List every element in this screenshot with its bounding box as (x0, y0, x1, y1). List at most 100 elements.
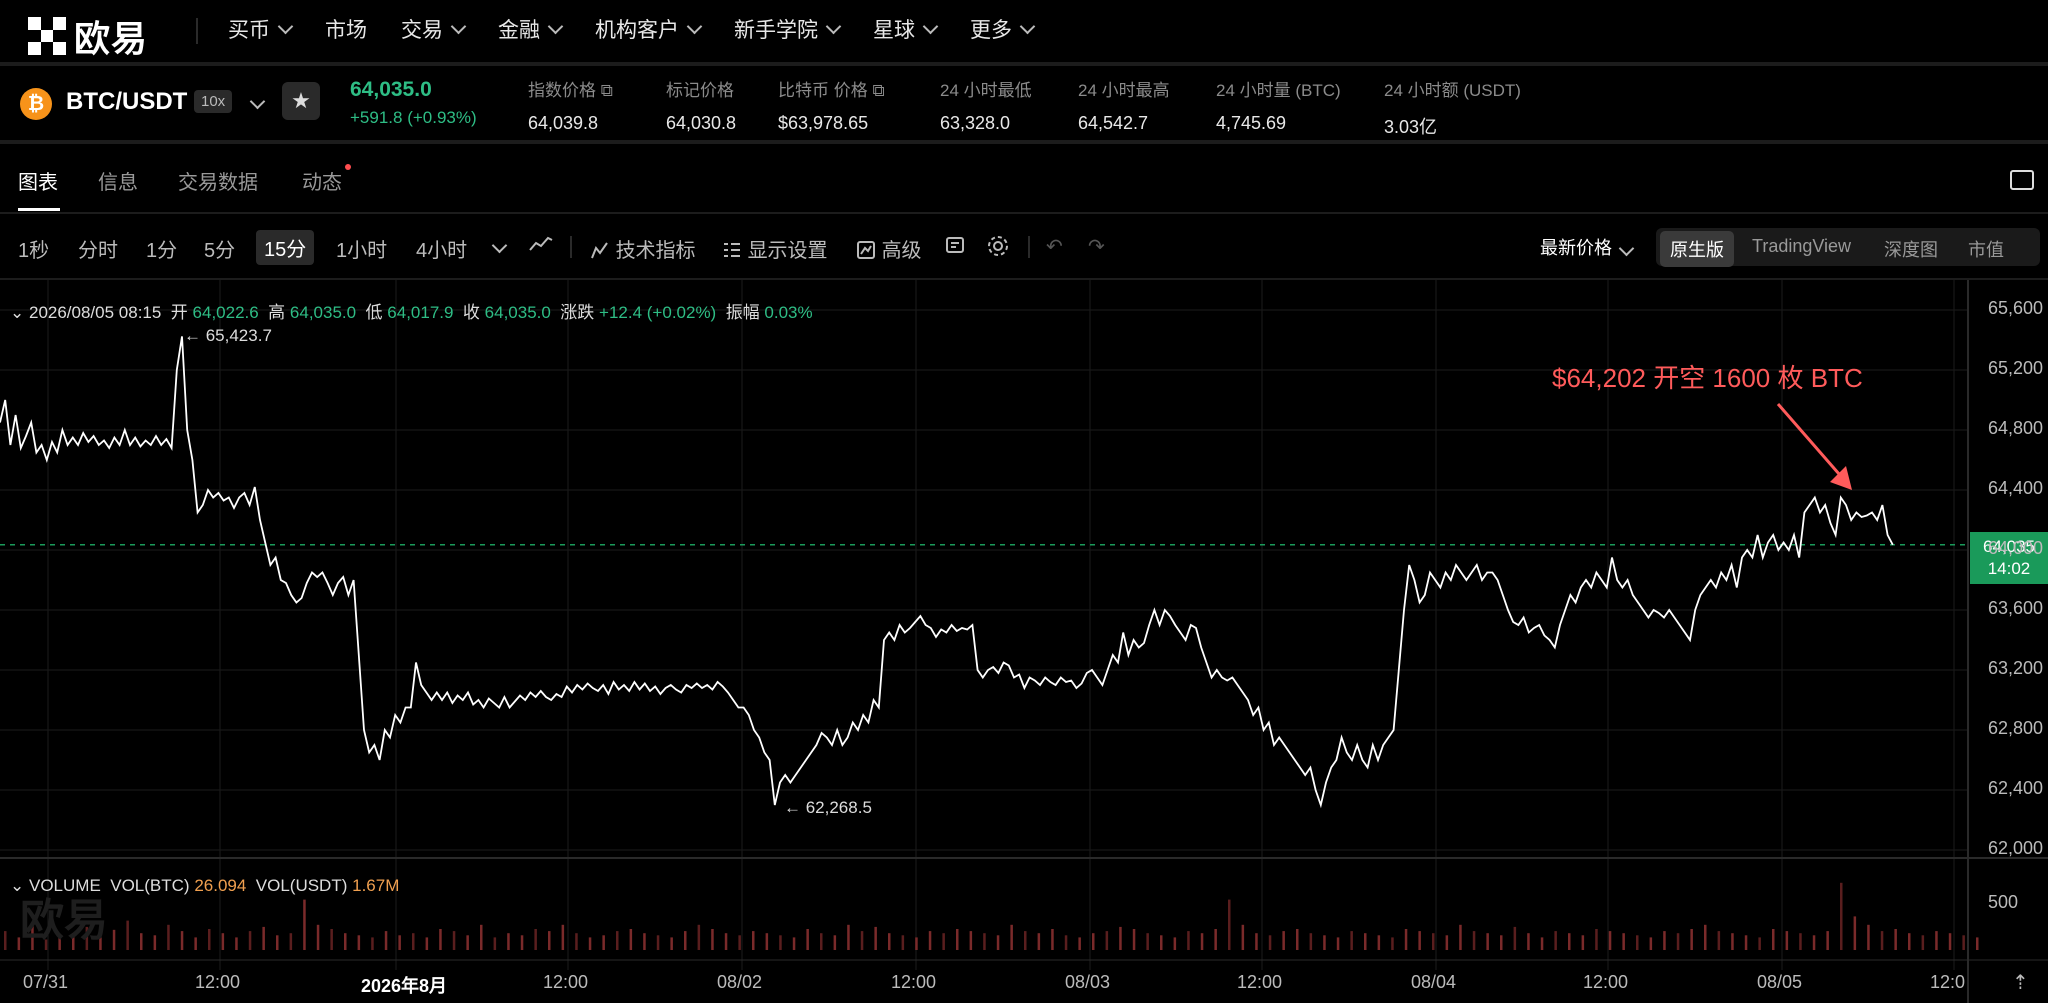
nav-item-0[interactable]: 买币 (228, 14, 294, 44)
x-tick-label: 08/03 (1065, 972, 1111, 992)
chart-type-line-icon[interactable] (528, 234, 554, 260)
volume-bar (1146, 933, 1149, 950)
pair-name[interactable]: BTC/USDT (66, 88, 187, 116)
ticker-stat[interactable]: 指数价格 ⧉ 64,039.8 (528, 76, 613, 134)
volume-bar (1676, 933, 1680, 950)
price-type-select[interactable]: 最新价格 (1540, 234, 1635, 260)
nav-item-1[interactable]: 市场 (325, 14, 367, 44)
volume-bar (1608, 931, 1612, 950)
volume-bar (357, 935, 361, 950)
pair-dropdown-chevron-icon[interactable] (248, 93, 266, 112)
btc-coin-icon: ₿ (20, 88, 52, 120)
nav-item-label: 交易 (401, 19, 443, 42)
nav-item-label: 机构客户 (595, 19, 679, 42)
volume-bar (656, 935, 660, 950)
stat-value: 64,030.8 (666, 113, 737, 133)
chart-toolbar: 1秒 分时 1分 5分 15分 1小时 4小时 技术指标 显示设置 高级 ↶ ↷… (0, 214, 2048, 280)
ohlc-datetime: 2026/08/05 08:15 (28, 303, 162, 322)
volume-bar (1187, 931, 1190, 950)
tab-trading-data[interactable]: 交易数据 (178, 166, 258, 195)
interval-5m[interactable]: 5分 (204, 234, 235, 263)
volume-bar (956, 929, 959, 950)
layout-toggle-icon[interactable] (2010, 170, 2034, 190)
ohlc-collapse-chevron-icon[interactable]: ⌄ (10, 303, 24, 322)
volume-bar (126, 920, 129, 950)
view-market-cap[interactable]: 市值 (1968, 236, 2004, 262)
interval-dropdown-chevron-icon[interactable] (490, 234, 508, 257)
x-tick-label: 12:00 (1583, 972, 1629, 992)
replay-icon[interactable] (944, 234, 966, 262)
favorite-star-button[interactable]: ★ (282, 82, 320, 120)
view-depth[interactable]: 深度图 (1884, 236, 1938, 262)
interval-1s[interactable]: 1秒 (18, 234, 49, 263)
advanced-label: 高级 (881, 240, 922, 262)
volume-bar (1268, 935, 1272, 950)
volume-bar (1336, 937, 1340, 950)
volume-bar (1935, 931, 1938, 950)
stat-value: 63,328.0 (940, 113, 1011, 133)
low-label: 低 (365, 303, 383, 322)
interval-15m[interactable]: 15分 (256, 230, 315, 265)
view-native[interactable]: 原生版 (1660, 231, 1734, 267)
interval-1m[interactable]: 1分 (146, 234, 177, 263)
stat-label: 24 小时最高 (1078, 81, 1170, 100)
settings-gear-icon[interactable] (986, 234, 1010, 264)
tab-chart[interactable]: 图表 (18, 166, 58, 195)
y-tick-label: 62,400 (1988, 778, 2044, 798)
volume-bar (208, 929, 211, 950)
stat-value: 3.03亿 (1384, 117, 1438, 137)
nav-item-2[interactable]: 交易 (401, 14, 467, 44)
volume-bar (330, 929, 333, 950)
volume-bar (1024, 931, 1027, 950)
volume-bar (942, 933, 945, 950)
volume-bar (1445, 935, 1449, 950)
okx-logo[interactable]: 欧易 (28, 10, 148, 62)
volume-bar (1595, 929, 1598, 950)
ohlc-legend: ⌄ 2026/08/05 08:15 开 64,022.6 高 64,035.0… (10, 298, 813, 323)
nav-item-7[interactable]: 更多 (970, 14, 1036, 44)
volume-bar (221, 933, 225, 950)
volume-bar (398, 935, 401, 950)
volume-collapse-chevron-icon[interactable]: ⌄ (10, 876, 24, 895)
ticker-stat: 24 小时最低 63,328.0 (940, 76, 1032, 134)
nav-item-5[interactable]: 新手学院 (734, 14, 842, 44)
volume-bar (1554, 931, 1557, 950)
volume-bar (1105, 931, 1109, 950)
volume-bar (1350, 931, 1353, 950)
tab-info[interactable]: 信息 (98, 166, 138, 195)
advanced-button[interactable]: 高级 (856, 234, 922, 263)
volume-bar (1663, 931, 1666, 950)
ticker-stat: 24 小时额 (USDT) 3.03亿 (1384, 76, 1521, 139)
view-tradingview[interactable]: TradingView (1752, 236, 1851, 257)
nav-item-6[interactable]: 星球 (873, 14, 939, 44)
volume-bar (1744, 935, 1748, 950)
top-nav: 欧易 买币 市场 交易 金融 机构客户 新手学院 星球 更多 (0, 0, 2048, 66)
undo-icon[interactable]: ↶ (1046, 234, 1063, 259)
x-tick-label: 12:00 (891, 972, 937, 992)
volume-bar (629, 929, 633, 950)
amplitude-value: 0.03% (764, 303, 813, 322)
indicators-button[interactable]: 技术指标 (590, 234, 696, 263)
volume-bar (1404, 929, 1408, 950)
volume-bar (1010, 924, 1013, 950)
interval-1h[interactable]: 1小时 (336, 234, 387, 263)
volume-bar (860, 931, 864, 950)
volume-bar (384, 931, 388, 950)
stat-label: 指数价格 ⧉ (528, 81, 613, 100)
display-settings-button[interactable]: 显示设置 (722, 234, 828, 263)
nav-item-4[interactable]: 机构客户 (595, 14, 703, 44)
volume-bar (507, 933, 510, 950)
ticker-stat[interactable]: 比特币 价格 ⧉ $63,978.65 (778, 76, 885, 134)
interval-4h[interactable]: 4小时 (416, 234, 467, 263)
volume-bar (548, 931, 551, 950)
volume-bar (643, 933, 646, 950)
axis-scale-icon[interactable]: ⇡ (2012, 970, 2029, 995)
nav-item-3[interactable]: 金融 (498, 14, 564, 44)
volume-bar (1921, 935, 1925, 950)
tab-feed[interactable]: 动态 (302, 166, 342, 195)
interval-timeline[interactable]: 分时 (78, 234, 118, 263)
stat-label: 24 小时额 (USDT) (1384, 81, 1521, 100)
indicators-icon (591, 242, 608, 259)
volume-bar (493, 937, 497, 950)
redo-icon[interactable]: ↷ (1088, 234, 1105, 259)
